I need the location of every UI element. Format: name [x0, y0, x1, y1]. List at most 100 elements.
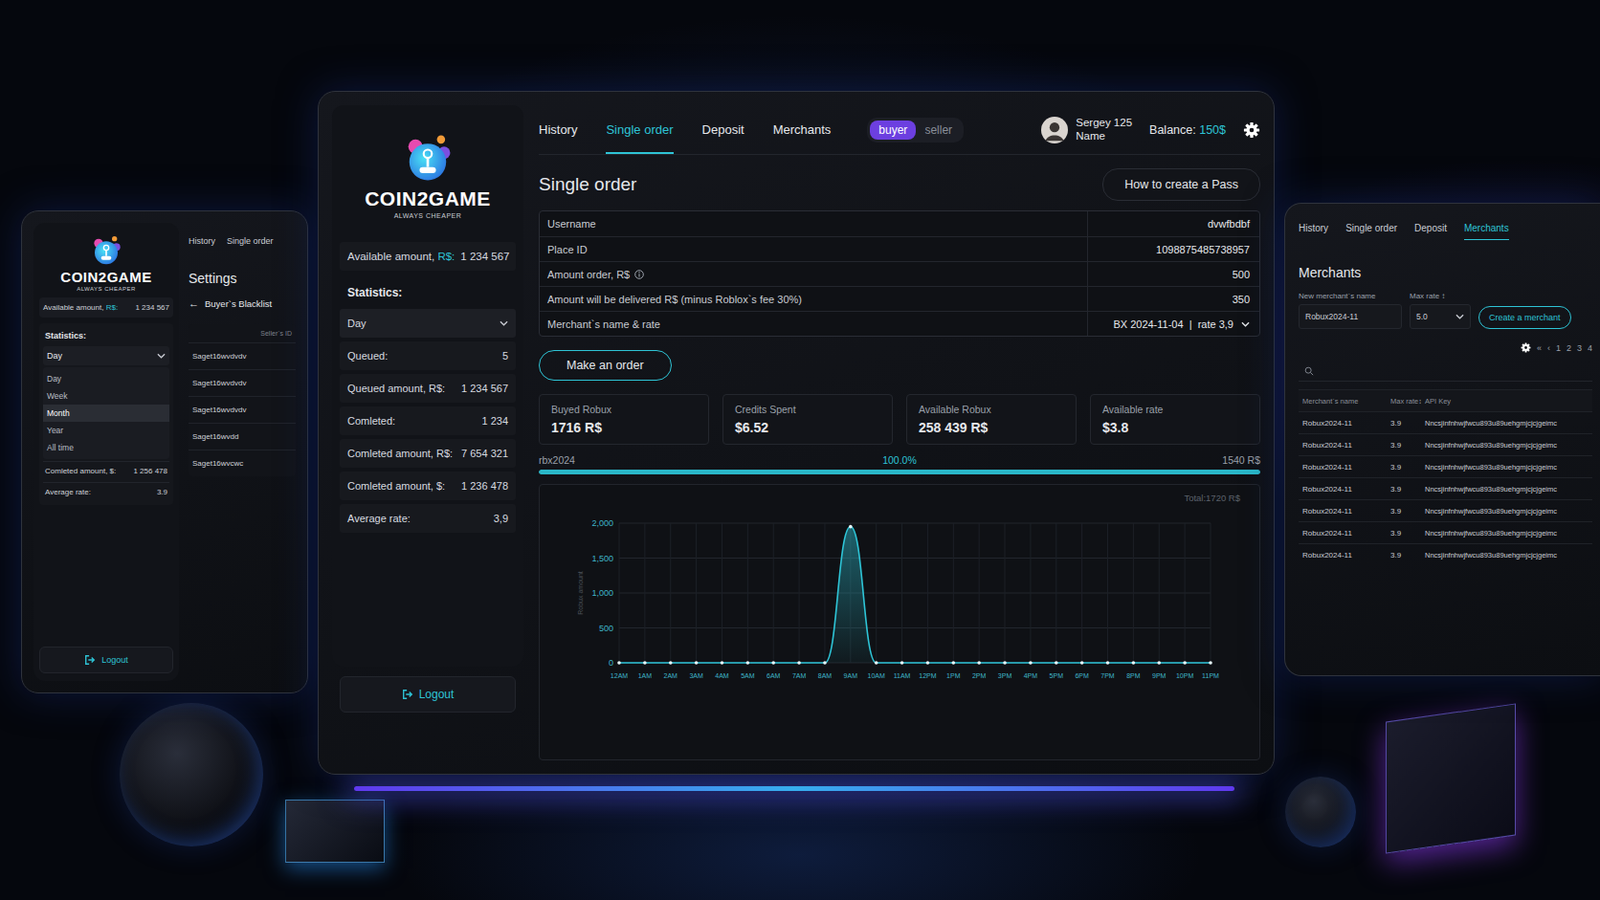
available-amount: Available amount, R$:1 234 567 [339, 242, 516, 271]
page-button[interactable]: ‹ [1547, 343, 1551, 354]
table-header: Merchant`s nameMax rate↕API Key [1298, 389, 1593, 412]
merchants-table: Merchant`s nameMax rate↕API KeyRobux2024… [1298, 389, 1593, 566]
user-profile[interactable]: Sergey 125Name [1041, 116, 1133, 144]
period-option[interactable]: Week [43, 387, 170, 405]
create-merchant-button[interactable]: Create a merchant [1478, 306, 1572, 330]
x-tick: 10PM [1176, 672, 1194, 680]
page-button[interactable]: 3 [1577, 343, 1582, 354]
table-row[interactable]: Robux2024-113.9Nncsjinfnhwjfwcu893u89ueh… [1298, 477, 1593, 500]
gamepad-logo-icon [397, 126, 459, 188]
x-tick: 3PM [998, 672, 1013, 680]
tab[interactable]: History [1298, 222, 1329, 241]
y-tick: 0 [608, 658, 614, 668]
x-tick: 7AM [792, 672, 807, 680]
tab[interactable]: Single order [605, 105, 673, 155]
column-header[interactable]: API Key [1421, 393, 1593, 410]
sidebar: COIN2GAMEALWAYS CHEAPERAvailable amount,… [332, 105, 524, 761]
page-button[interactable]: 1 [1555, 343, 1561, 354]
page-button[interactable]: « [1536, 343, 1542, 354]
period-option[interactable]: Day [43, 370, 170, 388]
tab[interactable]: Single order [226, 236, 274, 246]
period-select[interactable]: Day [43, 346, 170, 366]
x-tick: 1PM [946, 672, 961, 680]
chart-point [926, 661, 931, 666]
page-button[interactable]: 2 [1566, 343, 1572, 354]
field-input[interactable]: BX 2024-11-04 | rate 3,9 [1087, 311, 1260, 336]
field-label: Username [539, 211, 1088, 237]
summary-card: Available rate$3.8 [1089, 394, 1261, 445]
table-row[interactable]: Robux2024-113.9Nncsjinfnhwjfwcu893u89ueh… [1298, 499, 1593, 522]
help-button[interactable]: How to create a Pass [1102, 168, 1261, 201]
tab[interactable]: History [538, 105, 578, 155]
period-select[interactable]: Day [339, 309, 516, 338]
x-tick: 4PM [1023, 672, 1039, 680]
table-row[interactable]: Robux2024-113.9Nncsjinfnhwjfwcu893u89ueh… [1298, 521, 1593, 544]
grid-line [695, 523, 697, 664]
tab[interactable]: Merchants [773, 105, 832, 155]
table-row[interactable]: Robux2024-113.9Nncsjinfnhwjfwcu893u89ueh… [1298, 543, 1593, 566]
tab[interactable]: Single order [1345, 222, 1398, 241]
logout-button[interactable]: Logout [339, 676, 516, 713]
grid-line [799, 523, 800, 664]
stat-row: Queued amount, R$:1 234 567 [339, 374, 516, 403]
field-input[interactable]: 350 [1087, 287, 1260, 312]
table-row[interactable]: Saget16wvdvdv [188, 342, 296, 370]
gear-icon[interactable] [1520, 342, 1532, 354]
table-row[interactable]: Saget16wvdd [188, 422, 296, 450]
tab[interactable]: Deposit [1414, 222, 1447, 241]
x-tick: 5PM [1049, 672, 1065, 680]
y-tick: 1,000 [591, 588, 614, 599]
title-row: Single orderHow to create a Pass [538, 164, 1261, 201]
tab[interactable]: History [188, 236, 216, 246]
x-tick: 6PM [1074, 672, 1089, 680]
logout-button[interactable]: Logout [39, 646, 174, 674]
order-form: UsernamedvwfbdbfPlace ID1098875485738957… [538, 210, 1261, 337]
table-row[interactable]: Robux2024-113.9Nncsjinfnhwjfwcu893u89ueh… [1298, 455, 1593, 478]
table-row[interactable]: Saget16wvdvdv [188, 369, 296, 397]
chart-point [746, 661, 751, 666]
chart-point [720, 661, 725, 666]
make-order-button[interactable]: Make an order [538, 350, 672, 381]
merchant-name-input[interactable]: Robux2024-11 [1298, 304, 1402, 330]
table-row[interactable]: Robux2024-113.9Nncsjinfnhwjfwcu893u89ueh… [1298, 433, 1593, 456]
progress-track [538, 469, 1261, 475]
x-tick: 9PM [1152, 672, 1167, 680]
form-row: Merchant`s name & rateBX 2024-11-04 | ra… [539, 311, 1260, 336]
chart-point [1054, 661, 1059, 666]
table-row[interactable]: Saget16wvcwc [188, 449, 296, 477]
merchant-form: New merchant`s nameRobux2024-11Max rate … [1298, 291, 1593, 330]
period-option[interactable]: Year [43, 422, 170, 440]
back-link[interactable]: ←Buyer`s Blacklist [188, 297, 296, 310]
grid-line [1184, 523, 1186, 664]
field-input[interactable]: dvwfbdbf [1087, 211, 1260, 237]
field-input[interactable]: 1098875485738957 [1087, 237, 1260, 262]
tab[interactable]: Deposit [702, 105, 745, 155]
period-option[interactable]: Month [43, 404, 170, 423]
field-input[interactable]: 500 [1087, 262, 1260, 287]
balance: Balance: 150$ [1149, 123, 1226, 137]
column-header[interactable]: Merchant`s name [1298, 393, 1387, 410]
max-rate-select[interactable]: 5.0 [1409, 304, 1471, 330]
table-row[interactable]: Robux2024-113.9Nncsjinfnhwjfwcu893u89ueh… [1298, 411, 1593, 434]
search-field[interactable] [1298, 360, 1593, 382]
column-header[interactable]: Max rate↕ [1386, 393, 1422, 410]
grid-line [1055, 523, 1057, 664]
x-tick: 1AM [638, 672, 653, 680]
role-option[interactable]: buyer [869, 120, 916, 140]
summary-card: Credits Spent$6.52 [722, 394, 893, 445]
x-tick: 8PM [1126, 672, 1141, 680]
page-button[interactable]: 4 [1587, 343, 1593, 354]
tab[interactable]: Merchants [1464, 222, 1510, 241]
x-tick: 12PM [918, 672, 936, 680]
role-option[interactable]: seller [915, 120, 961, 140]
summary-card: Buyed Robux1716 R$ [538, 394, 710, 445]
gear-icon[interactable] [1243, 121, 1261, 139]
chart-point [797, 661, 801, 666]
x-tick: 2PM [972, 672, 987, 680]
grid-line [953, 523, 955, 664]
table-row[interactable]: Saget16wvdvdv [188, 396, 296, 423]
chevron-down-icon [156, 353, 166, 359]
y-tick: 500 [599, 623, 614, 634]
x-tick: 10AM [867, 672, 886, 680]
period-option[interactable]: All time [43, 439, 170, 457]
